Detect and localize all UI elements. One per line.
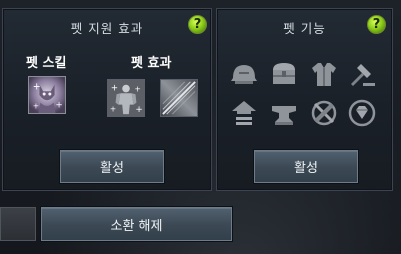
pet-function-activate-button[interactable]: 활성: [254, 150, 358, 183]
svg-text:+: +: [33, 81, 41, 92]
pet-effect-label: 펫 효과: [131, 56, 172, 71]
pet-support-activate-button[interactable]: 활성: [60, 150, 164, 183]
dismiss-pet-button[interactable]: 소환 해제: [41, 207, 232, 241]
svg-text:+: +: [56, 100, 63, 110]
pet-support-panel: 펫 지원 효과 ? 펫 스킬 펫 효과 + + + + + + + 활성: [2, 8, 212, 191]
hammer-icon[interactable]: [347, 59, 377, 89]
helmet-icon[interactable]: [229, 59, 259, 89]
pet-skill-label: 펫 스킬: [26, 56, 67, 71]
pet-function-panel: 펫 기능 ? 활성: [216, 8, 393, 191]
pet-skill-portrait-icon: + + +: [29, 77, 65, 113]
house-arrow-icon[interactable]: [229, 98, 259, 128]
svg-text:+: +: [110, 104, 116, 113]
crossed-tools-icon[interactable]: [309, 98, 339, 128]
pet-skill-slot[interactable]: + + +: [28, 76, 66, 114]
bottom-left-button[interactable]: [0, 207, 36, 241]
pet-support-help-button[interactable]: ?: [188, 15, 207, 34]
pet-support-title: 펫 지원 효과: [70, 21, 144, 36]
svg-text:+: +: [111, 83, 118, 93]
pet-effect-slot-1[interactable]: + + + +: [107, 79, 145, 117]
armor-vest-icon[interactable]: [309, 59, 339, 89]
svg-text:+: +: [135, 84, 141, 93]
pet-effect-streak-icon: [161, 80, 197, 116]
svg-text:+: +: [33, 101, 39, 110]
svg-text:+: +: [135, 105, 142, 115]
pet-effect-figure-icon: + + + +: [108, 80, 144, 116]
diamond-gem-icon[interactable]: [347, 98, 377, 128]
pet-function-help-button[interactable]: ?: [367, 15, 386, 34]
anvil-icon[interactable]: [269, 98, 299, 128]
treasure-chest-icon[interactable]: [269, 59, 299, 89]
pet-effect-slot-2[interactable]: [160, 79, 198, 117]
pet-function-title: 펫 기능: [283, 21, 326, 36]
